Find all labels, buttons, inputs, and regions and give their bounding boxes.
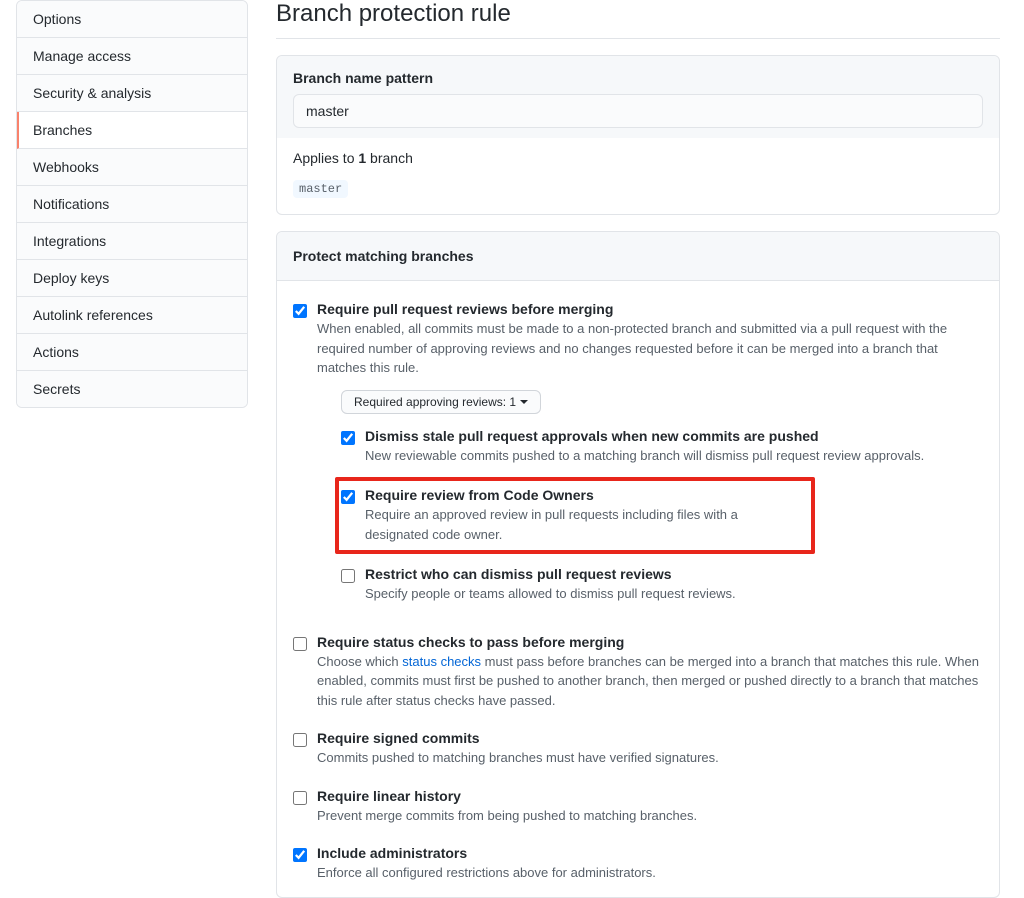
protect-matching-panel: Protect matching branches Require pull r… [276,231,1000,898]
rule-status-checks: Require status checks to pass before mer… [293,624,983,721]
sidebar-item-branches[interactable]: Branches [17,112,247,149]
rule-dismiss-stale: Dismiss stale pull request approvals whe… [341,418,983,476]
rule-desc: Enforce all configured restrictions abov… [317,863,983,883]
branch-pattern-panel: Branch name pattern Applies to 1 branch … [276,55,1000,215]
applies-to-text: Applies to 1 branch [277,138,999,166]
required-approving-reviews-select[interactable]: Required approving reviews: 1 [341,390,541,414]
rule-desc: Prevent merge commits from being pushed … [317,806,983,826]
sidebar-item-security-analysis[interactable]: Security & analysis [17,75,247,112]
rule-title: Require review from Code Owners [365,487,805,503]
rule-linear-history: Require linear history Prevent merge com… [293,778,983,836]
rule-require-pr-reviews: Require pull request reviews before merg… [293,291,983,624]
chevron-down-icon [520,400,528,404]
sidebar-item-options[interactable]: Options [17,1,247,38]
sidebar-item-deploy-keys[interactable]: Deploy keys [17,260,247,297]
rule-code-owners: Require review from Code Owners Require … [341,485,805,546]
rule-title: Restrict who can dismiss pull request re… [365,566,983,582]
rule-signed-commits: Require signed commits Commits pushed to… [293,720,983,778]
page-title: Branch protection rule [276,0,1000,39]
branch-pattern-label: Branch name pattern [293,70,983,86]
rule-desc: Commits pushed to matching branches must… [317,748,983,768]
rule-title: Require pull request reviews before merg… [317,301,983,317]
rule-desc: Require an approved review in pull reque… [365,505,805,544]
rule-desc: Specify people or teams allowed to dismi… [365,584,983,604]
sidebar-item-integrations[interactable]: Integrations [17,223,247,260]
branch-chip: master [293,180,348,198]
sidebar-item-notifications[interactable]: Notifications [17,186,247,223]
checkbox-include-admins[interactable] [293,848,307,862]
checkbox-require-pr-reviews[interactable] [293,304,307,318]
rule-title: Include administrators [317,845,983,861]
checkbox-linear-history[interactable] [293,791,307,805]
checkbox-status-checks[interactable] [293,637,307,651]
sidebar-item-secrets[interactable]: Secrets [17,371,247,407]
checkbox-code-owners[interactable] [341,490,355,504]
sidebar-item-webhooks[interactable]: Webhooks [17,149,247,186]
sidebar-item-manage-access[interactable]: Manage access [17,38,247,75]
checkbox-restrict-dismiss[interactable] [341,569,355,583]
rule-title: Require signed commits [317,730,983,746]
highlight-annotation: Require review from Code Owners Require … [335,477,815,554]
rule-desc: New reviewable commits pushed to a match… [365,446,983,466]
status-checks-link[interactable]: status checks [402,654,481,669]
sidebar-item-autolink-references[interactable]: Autolink references [17,297,247,334]
rule-title: Require status checks to pass before mer… [317,634,983,650]
checkbox-signed-commits[interactable] [293,733,307,747]
sidebar-item-actions[interactable]: Actions [17,334,247,371]
rule-desc: Choose which status checks must pass bef… [317,652,983,711]
rule-desc: When enabled, all commits must be made t… [317,319,983,378]
settings-sidebar: Options Manage access Security & analysi… [16,0,248,408]
main-content: Branch protection rule Branch name patte… [276,0,1008,898]
branch-pattern-input[interactable] [293,94,983,128]
rule-title: Dismiss stale pull request approvals whe… [365,428,983,444]
checkbox-dismiss-stale[interactable] [341,431,355,445]
rule-restrict-dismiss: Restrict who can dismiss pull request re… [341,556,983,614]
rule-title: Require linear history [317,788,983,804]
protect-heading: Protect matching branches [277,232,999,281]
rule-include-admins: Include administrators Enforce all confi… [293,835,983,893]
